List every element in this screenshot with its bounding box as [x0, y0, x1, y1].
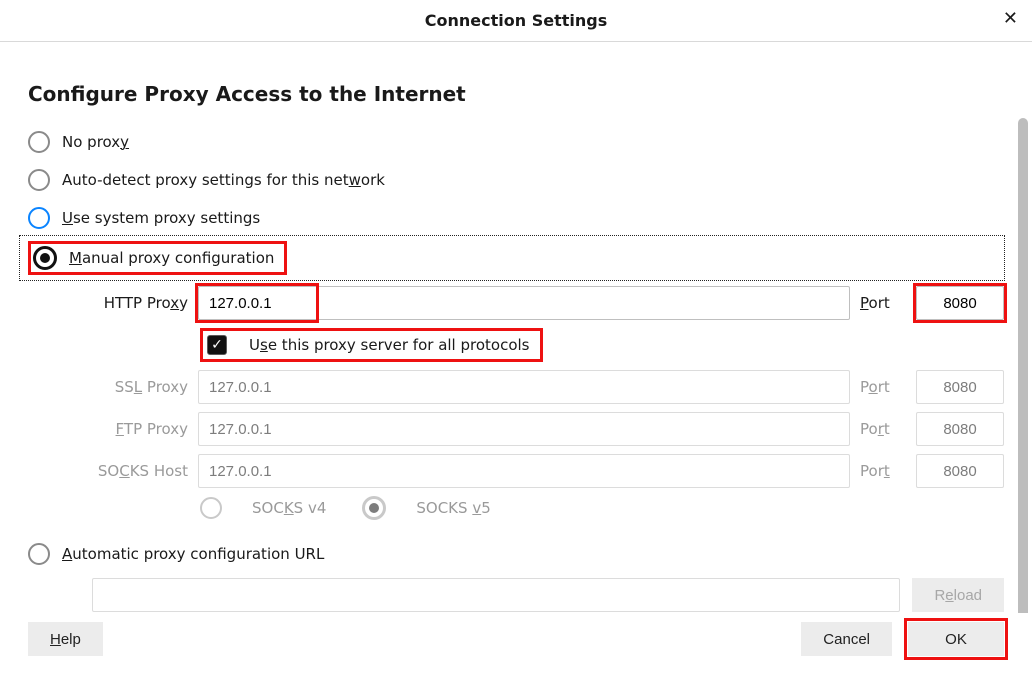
- content-wrap: Configure Proxy Access to the Internet N…: [0, 42, 1032, 613]
- footer: Help Cancel OK: [0, 613, 1032, 683]
- socks-host-label: SOCKS Host: [60, 462, 188, 480]
- close-icon[interactable]: ✕: [1003, 10, 1018, 28]
- pac-url-row: Reload: [92, 578, 1004, 612]
- http-port-label: Port: [860, 294, 906, 312]
- content: Configure Proxy Access to the Internet N…: [0, 42, 1032, 613]
- radio-use-system[interactable]: [28, 207, 50, 229]
- http-proxy-host-input[interactable]: [198, 286, 850, 320]
- cancel-button[interactable]: Cancel: [801, 622, 892, 656]
- ssl-proxy-label: SSL Proxy: [60, 378, 188, 396]
- radio-row-auto-detect[interactable]: Auto-detect proxy settings for this netw…: [28, 162, 1004, 198]
- scrollbar[interactable]: [1018, 118, 1028, 613]
- radio-label-manual: Manual proxy configuration: [69, 249, 274, 267]
- radio-row-use-system[interactable]: Use system proxy settings: [28, 200, 1004, 236]
- socks-host-input: [198, 454, 850, 488]
- radio-row-auto-url[interactable]: Automatic proxy configuration URL: [28, 536, 1004, 572]
- radio-label-auto-url: Automatic proxy configuration URL: [62, 545, 324, 563]
- radio-label-auto-detect: Auto-detect proxy settings for this netw…: [62, 171, 385, 189]
- radio-socks-v5: [362, 496, 386, 520]
- ssl-proxy-host-input: [198, 370, 850, 404]
- ftp-proxy-label: FTP Proxy: [60, 420, 188, 438]
- radio-auto-detect[interactable]: [28, 169, 50, 191]
- ssl-proxy-row: SSL Proxy Port: [60, 370, 1004, 404]
- section-heading: Configure Proxy Access to the Internet: [28, 82, 1004, 106]
- socks-host-row: SOCKS Host Port: [60, 454, 1004, 488]
- ftp-port-label: Port: [860, 420, 906, 438]
- ssl-port-label: Port: [860, 378, 906, 396]
- radio-label-socks-v5: SOCKS v5: [416, 499, 490, 517]
- ftp-proxy-port-input: [916, 412, 1004, 446]
- http-proxy-label: HTTP Proxy: [60, 294, 188, 312]
- radio-label-socks-v4: SOCKS v4: [252, 499, 326, 517]
- titlebar: Connection Settings ✕: [0, 0, 1032, 42]
- ftp-proxy-row: FTP Proxy Port: [60, 412, 1004, 446]
- radio-no-proxy[interactable]: [28, 131, 50, 153]
- http-proxy-row: HTTP Proxy Port: [60, 286, 1004, 320]
- radio-label-use-system: Use system proxy settings: [62, 209, 260, 227]
- dialog-title: Connection Settings: [425, 11, 607, 30]
- use-all-checkbox[interactable]: [207, 335, 227, 355]
- socks-port-input: [916, 454, 1004, 488]
- ftp-proxy-host-input: [198, 412, 850, 446]
- radio-socks-v4: [200, 497, 222, 519]
- radio-label-no-proxy: No proxy: [62, 133, 129, 151]
- socks-port-label: Port: [860, 462, 906, 480]
- http-proxy-port-input[interactable]: [916, 286, 1004, 320]
- radio-row-no-proxy[interactable]: No proxy: [28, 124, 1004, 160]
- pac-url-input: [92, 578, 900, 612]
- radio-manual[interactable]: [33, 246, 57, 270]
- help-button[interactable]: Help: [28, 622, 103, 656]
- radio-row-manual[interactable]: Manual proxy configuration: [22, 238, 1002, 278]
- ok-button[interactable]: OK: [908, 622, 1004, 656]
- use-all-label: Use this proxy server for all protocols: [249, 336, 530, 354]
- radio-auto-url[interactable]: [28, 543, 50, 565]
- ssl-proxy-port-input: [916, 370, 1004, 404]
- socks-version-row: SOCKS v4 SOCKS v5: [200, 490, 1004, 526]
- use-all-row[interactable]: Use this proxy server for all protocols: [200, 328, 1004, 362]
- reload-button: Reload: [912, 578, 1004, 612]
- connection-settings-dialog: Connection Settings ✕ Configure Proxy Ac…: [0, 0, 1032, 683]
